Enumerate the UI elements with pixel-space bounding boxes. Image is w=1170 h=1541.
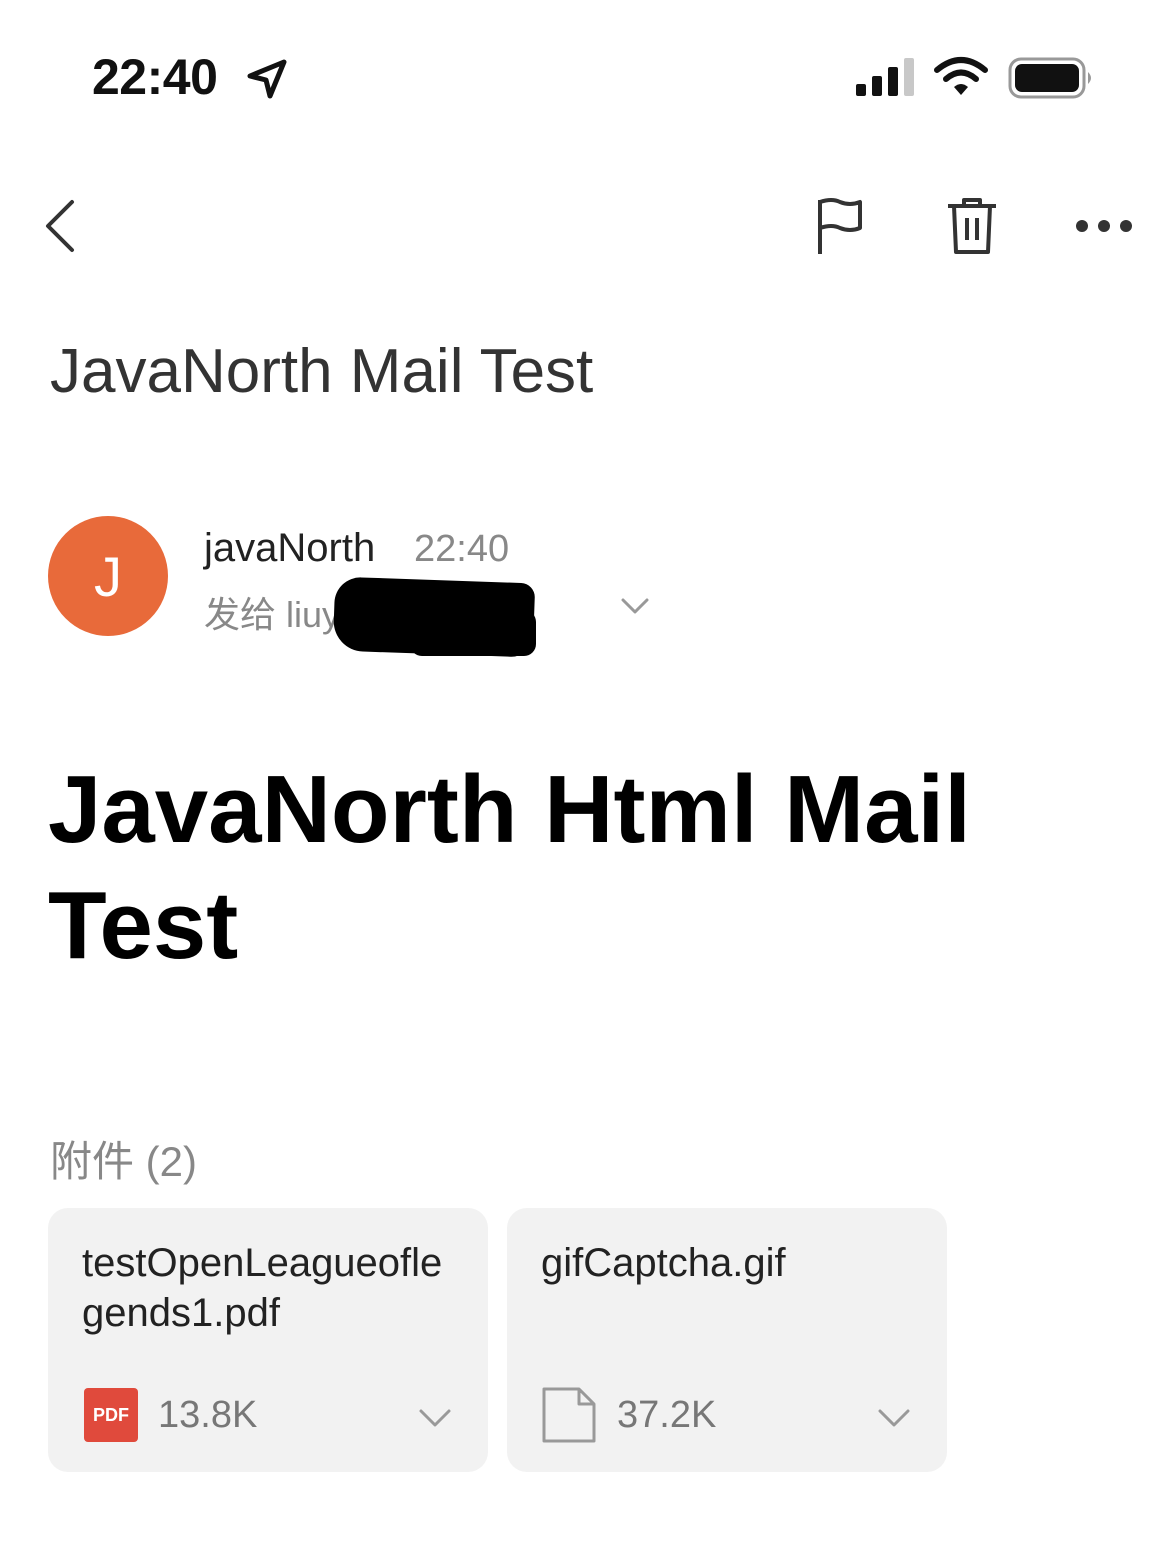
sent-time: 22:40	[414, 528, 510, 570]
chevron-down-icon[interactable]	[877, 1406, 911, 1430]
battery-icon	[1008, 57, 1091, 99]
trash-button[interactable]	[944, 194, 1000, 258]
flag-button[interactable]	[812, 194, 868, 258]
redaction-mark	[410, 610, 536, 656]
attachments-label: 附件 (2)	[50, 1138, 198, 1185]
file-icon	[542, 1387, 596, 1443]
attachment-name: testOpenLeagueoflegends1.pdf	[82, 1241, 443, 1335]
cellular-signal-icon	[856, 58, 914, 96]
attachment-size: 13.8K	[158, 1394, 258, 1436]
status-time: 22:40	[92, 49, 218, 105]
attachment-name: gifCaptcha.gif	[541, 1241, 786, 1285]
location-arrow-icon	[247, 59, 287, 99]
attachment-card[interactable]: testOpenLeagueoflegends1.pdf PDF 13.8K	[48, 1208, 488, 1472]
avatar[interactable]: J	[48, 516, 168, 636]
attachment-size: 37.2K	[617, 1394, 717, 1436]
more-options-button[interactable]	[1072, 206, 1136, 246]
chevron-down-icon[interactable]	[620, 594, 650, 618]
email-body-heading: JavaNorth Html Mail Test	[48, 756, 971, 979]
sender-name[interactable]: javaNorth	[204, 526, 375, 571]
wifi-icon	[934, 57, 988, 95]
email-subject: JavaNorth Mail Test	[50, 337, 594, 406]
attachment-card[interactable]: gifCaptcha.gif 37.2K	[507, 1208, 947, 1472]
pdf-file-icon: PDF	[84, 1388, 138, 1442]
chevron-down-icon[interactable]	[418, 1406, 452, 1430]
back-button[interactable]	[40, 196, 90, 256]
